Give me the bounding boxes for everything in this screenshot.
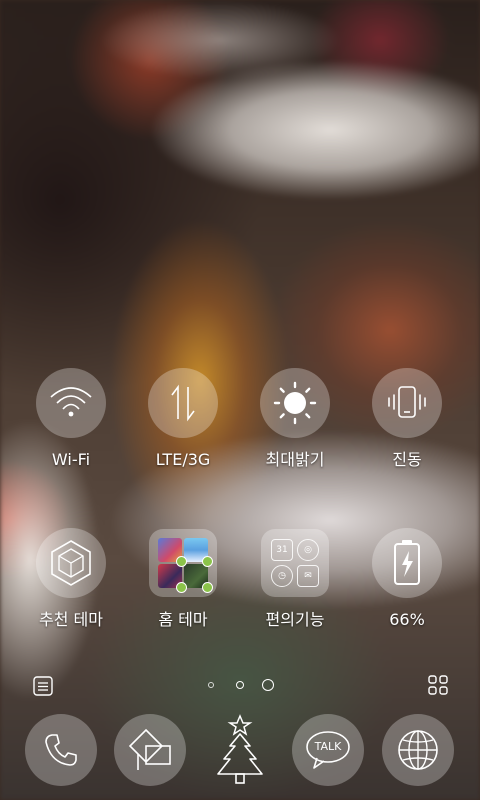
convenience-folder[interactable]: 31 ◎ ◷ ✉ (261, 529, 329, 597)
home-theme-label: 홈 테마 (158, 610, 208, 629)
recommended-theme-app[interactable] (36, 528, 106, 598)
grid-icon (428, 675, 448, 695)
list-icon (33, 676, 53, 696)
battery-charging-icon (394, 540, 420, 585)
vibrate-phone-icon (388, 386, 426, 418)
lte-toggle[interactable] (148, 368, 218, 438)
wifi-icon (50, 387, 92, 417)
brightness-label: 최대밝기 (265, 450, 325, 469)
vibrate-toggle[interactable] (372, 368, 442, 438)
phone-button[interactable] (25, 714, 97, 786)
sun-icon (273, 381, 317, 425)
contacts-shapes-icon (128, 728, 171, 770)
badge-icon (202, 556, 213, 567)
battery-widget[interactable] (372, 528, 442, 598)
talk-text: TALK (314, 740, 342, 753)
talk-button[interactable]: TALK (292, 714, 364, 786)
home-theme-folder[interactable] (149, 529, 217, 597)
wifi-toggle[interactable] (36, 368, 106, 438)
globe-icon (398, 730, 438, 770)
lte-label: LTE/3G (155, 450, 211, 469)
badge-icon (176, 556, 187, 567)
vibrate-label: 진동 (392, 450, 422, 469)
talk-bubble-icon: TALK (305, 730, 351, 770)
convenience-label: 편의기능 (265, 610, 325, 629)
badge-icon (202, 582, 213, 593)
calendar-icon: 31 (271, 539, 293, 561)
phone-icon (45, 734, 77, 766)
app-drawer-button[interactable] (428, 675, 448, 695)
page-dot-3[interactable] (262, 679, 274, 691)
data-arrows-icon (171, 384, 195, 422)
page-dot-1[interactable] (208, 682, 214, 688)
badge-icon (176, 582, 187, 593)
mail-icon: ✉ (297, 565, 319, 587)
page-dot-2[interactable] (236, 681, 244, 689)
browser-button[interactable] (382, 714, 454, 786)
brightness-toggle[interactable] (260, 368, 330, 438)
battery-label: 66% (389, 610, 425, 629)
wifi-label: Wi-Fi (51, 450, 91, 469)
compass-icon: ◎ (297, 539, 319, 561)
hexagon-cube-icon (51, 540, 91, 586)
widget-list-button[interactable] (33, 676, 53, 696)
recommended-theme-label: 추천 테마 (39, 610, 103, 629)
contacts-button[interactable] (114, 714, 186, 786)
apps-tree-button[interactable] (210, 712, 270, 788)
christmas-tree-icon (217, 714, 263, 784)
alarm-clock-icon: ◷ (271, 565, 293, 587)
